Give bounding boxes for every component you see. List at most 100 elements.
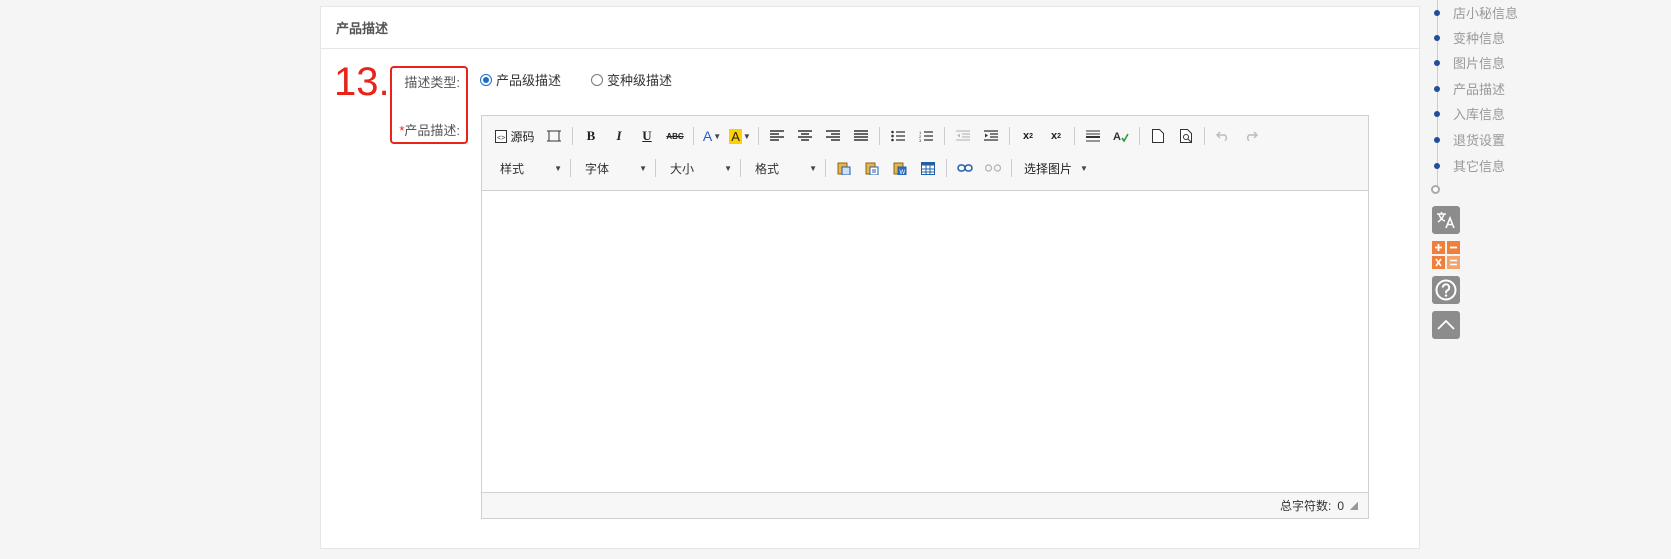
help-button[interactable]: [1432, 276, 1460, 304]
nav-bullet-icon: [1434, 34, 1440, 41]
strikethrough-icon[interactable]: ABC: [663, 125, 687, 147]
toolbar-separator: [655, 159, 656, 177]
underline-icon[interactable]: U: [635, 125, 659, 147]
superscript-icon[interactable]: x2: [1044, 125, 1068, 147]
radio-product-level[interactable]: 产品级描述: [480, 70, 561, 89]
italic-icon[interactable]: I: [607, 125, 631, 147]
question-icon: [1435, 279, 1457, 301]
source-icon: <>: [495, 129, 508, 143]
svg-text:3: 3: [919, 138, 922, 142]
sidenav-label: 变种信息: [1453, 31, 1506, 46]
font-select[interactable]: 字体 ▼: [575, 157, 651, 179]
radio-product-label: 产品级描述: [496, 73, 562, 88]
paste-text-icon[interactable]: [860, 157, 884, 179]
chevron-down-icon: ▼: [554, 163, 562, 173]
numbered-list-icon[interactable]: 123: [914, 125, 938, 147]
chevron-down-icon: ▼: [724, 163, 732, 173]
align-right-icon[interactable]: [821, 125, 845, 147]
toolbar-separator: [693, 127, 694, 145]
sidenav-label: 店小秘信息: [1453, 6, 1519, 21]
align-center-icon[interactable]: [793, 125, 817, 147]
paste-word-icon[interactable]: W: [888, 157, 912, 179]
resize-handle-icon[interactable]: [1350, 501, 1358, 510]
subscript-icon[interactable]: x2: [1016, 125, 1040, 147]
clear-format-icon[interactable]: A: [1109, 125, 1133, 147]
maximize-icon[interactable]: [542, 125, 566, 147]
desc-type-label: 描述类型:: [404, 75, 460, 90]
panel-title: 产品描述: [321, 7, 1419, 49]
font-select-label: 字体: [585, 161, 610, 176]
toolbar-separator: [825, 159, 826, 177]
radio-variant-level[interactable]: 变种级描述: [591, 70, 672, 89]
highlight-color-icon[interactable]: A ▼: [728, 125, 752, 147]
editor-statusbar: 总字符数: 0: [482, 492, 1368, 518]
redo-icon[interactable]: [1239, 125, 1263, 147]
svg-text:W: W: [900, 170, 906, 175]
sidenav-label: 其它信息: [1453, 159, 1506, 174]
toolbar-separator: [1011, 159, 1012, 177]
svg-text:A: A: [1113, 131, 1121, 143]
translate-button[interactable]: [1432, 206, 1460, 234]
chevron-down-icon: ▼: [1080, 163, 1088, 173]
toolbar-row-1: <> 源码 B I U ABC A ▼ A ▼ 123 x2 x2 A: [490, 120, 1360, 152]
select-image-button[interactable]: 选择图片 ▼: [1018, 157, 1094, 179]
preview-icon[interactable]: [1174, 125, 1198, 147]
format-select[interactable]: 格式 ▼: [745, 157, 821, 179]
desc-label: *产品描述:: [380, 120, 460, 139]
style-select[interactable]: 样式 ▼: [490, 157, 566, 179]
size-select[interactable]: 大小 ▼: [660, 157, 736, 179]
link-icon[interactable]: [953, 157, 977, 179]
toolbar-row-2: 样式 ▼ 字体 ▼ 大小 ▼ 格式 ▼ W 选择图片 ▼: [490, 152, 1360, 184]
unlink-icon[interactable]: [981, 157, 1005, 179]
indent-icon[interactable]: [979, 125, 1003, 147]
sidenav-item-description[interactable]: 产品描述: [1432, 79, 1505, 98]
toolbar-separator: [944, 127, 945, 145]
font-color-icon[interactable]: A ▼: [700, 125, 724, 147]
align-left-icon[interactable]: [765, 125, 789, 147]
svg-text:<>: <>: [497, 135, 505, 142]
toolbar-separator: [946, 159, 947, 177]
editor-toolbar: <> 源码 B I U ABC A ▼ A ▼ 123 x2 x2 A 样式 ▼…: [482, 116, 1368, 191]
new-document-icon[interactable]: [1146, 125, 1170, 147]
format-select-label: 格式: [755, 161, 780, 176]
sidenav-item-variant[interactable]: 变种信息: [1432, 28, 1505, 47]
bullet-list-icon[interactable]: [886, 125, 910, 147]
toolbar-separator: [758, 127, 759, 145]
sidenav-label: 产品描述: [1453, 82, 1506, 97]
horizontal-rule-icon[interactable]: [1081, 125, 1105, 147]
sidenav-item-dianxiaomi[interactable]: 店小秘信息: [1432, 3, 1518, 22]
sidenav-item-images[interactable]: 图片信息: [1432, 53, 1505, 72]
nav-bullet-icon: [1434, 110, 1440, 117]
toolbar-separator: [1139, 127, 1140, 145]
char-count-value: 0: [1337, 498, 1344, 513]
sidenav-item-returns[interactable]: 退货设置: [1432, 130, 1505, 149]
size-select-label: 大小: [670, 161, 695, 176]
editor-content-area[interactable]: [482, 191, 1368, 491]
align-justify-icon[interactable]: [849, 125, 873, 147]
sidenav-item-inbound[interactable]: 入库信息: [1432, 104, 1505, 123]
outdent-icon[interactable]: [951, 125, 975, 147]
calculator-button[interactable]: [1432, 241, 1460, 269]
sidenav-label: 图片信息: [1453, 56, 1506, 71]
source-button[interactable]: <> 源码: [492, 125, 538, 147]
radio-variant-label: 变种级描述: [607, 73, 673, 88]
char-count-label: 总字符数:: [1279, 499, 1332, 513]
radio-unchecked-icon[interactable]: [591, 73, 604, 86]
source-label: 源码: [510, 129, 535, 144]
sidenav-item-other[interactable]: 其它信息: [1432, 156, 1505, 175]
radio-checked-icon[interactable]: [480, 73, 492, 86]
toolbar-separator: [572, 127, 573, 145]
desc-type-radio-group: 产品级描述 变种级描述: [480, 70, 702, 89]
toolbar-separator: [1074, 127, 1075, 145]
desc-label-text: 产品描述:: [404, 123, 460, 138]
chevron-up-icon: [1437, 320, 1455, 330]
nav-bullet-icon: [1434, 9, 1440, 16]
nav-bullet-icon: [1434, 59, 1440, 66]
undo-icon[interactable]: [1211, 125, 1235, 147]
bold-icon[interactable]: B: [579, 125, 603, 147]
scroll-top-button[interactable]: [1432, 311, 1460, 339]
toolbar-separator: [740, 159, 741, 177]
paste-icon[interactable]: [832, 157, 856, 179]
chevron-down-icon: ▼: [809, 163, 817, 173]
table-icon[interactable]: [916, 157, 940, 179]
